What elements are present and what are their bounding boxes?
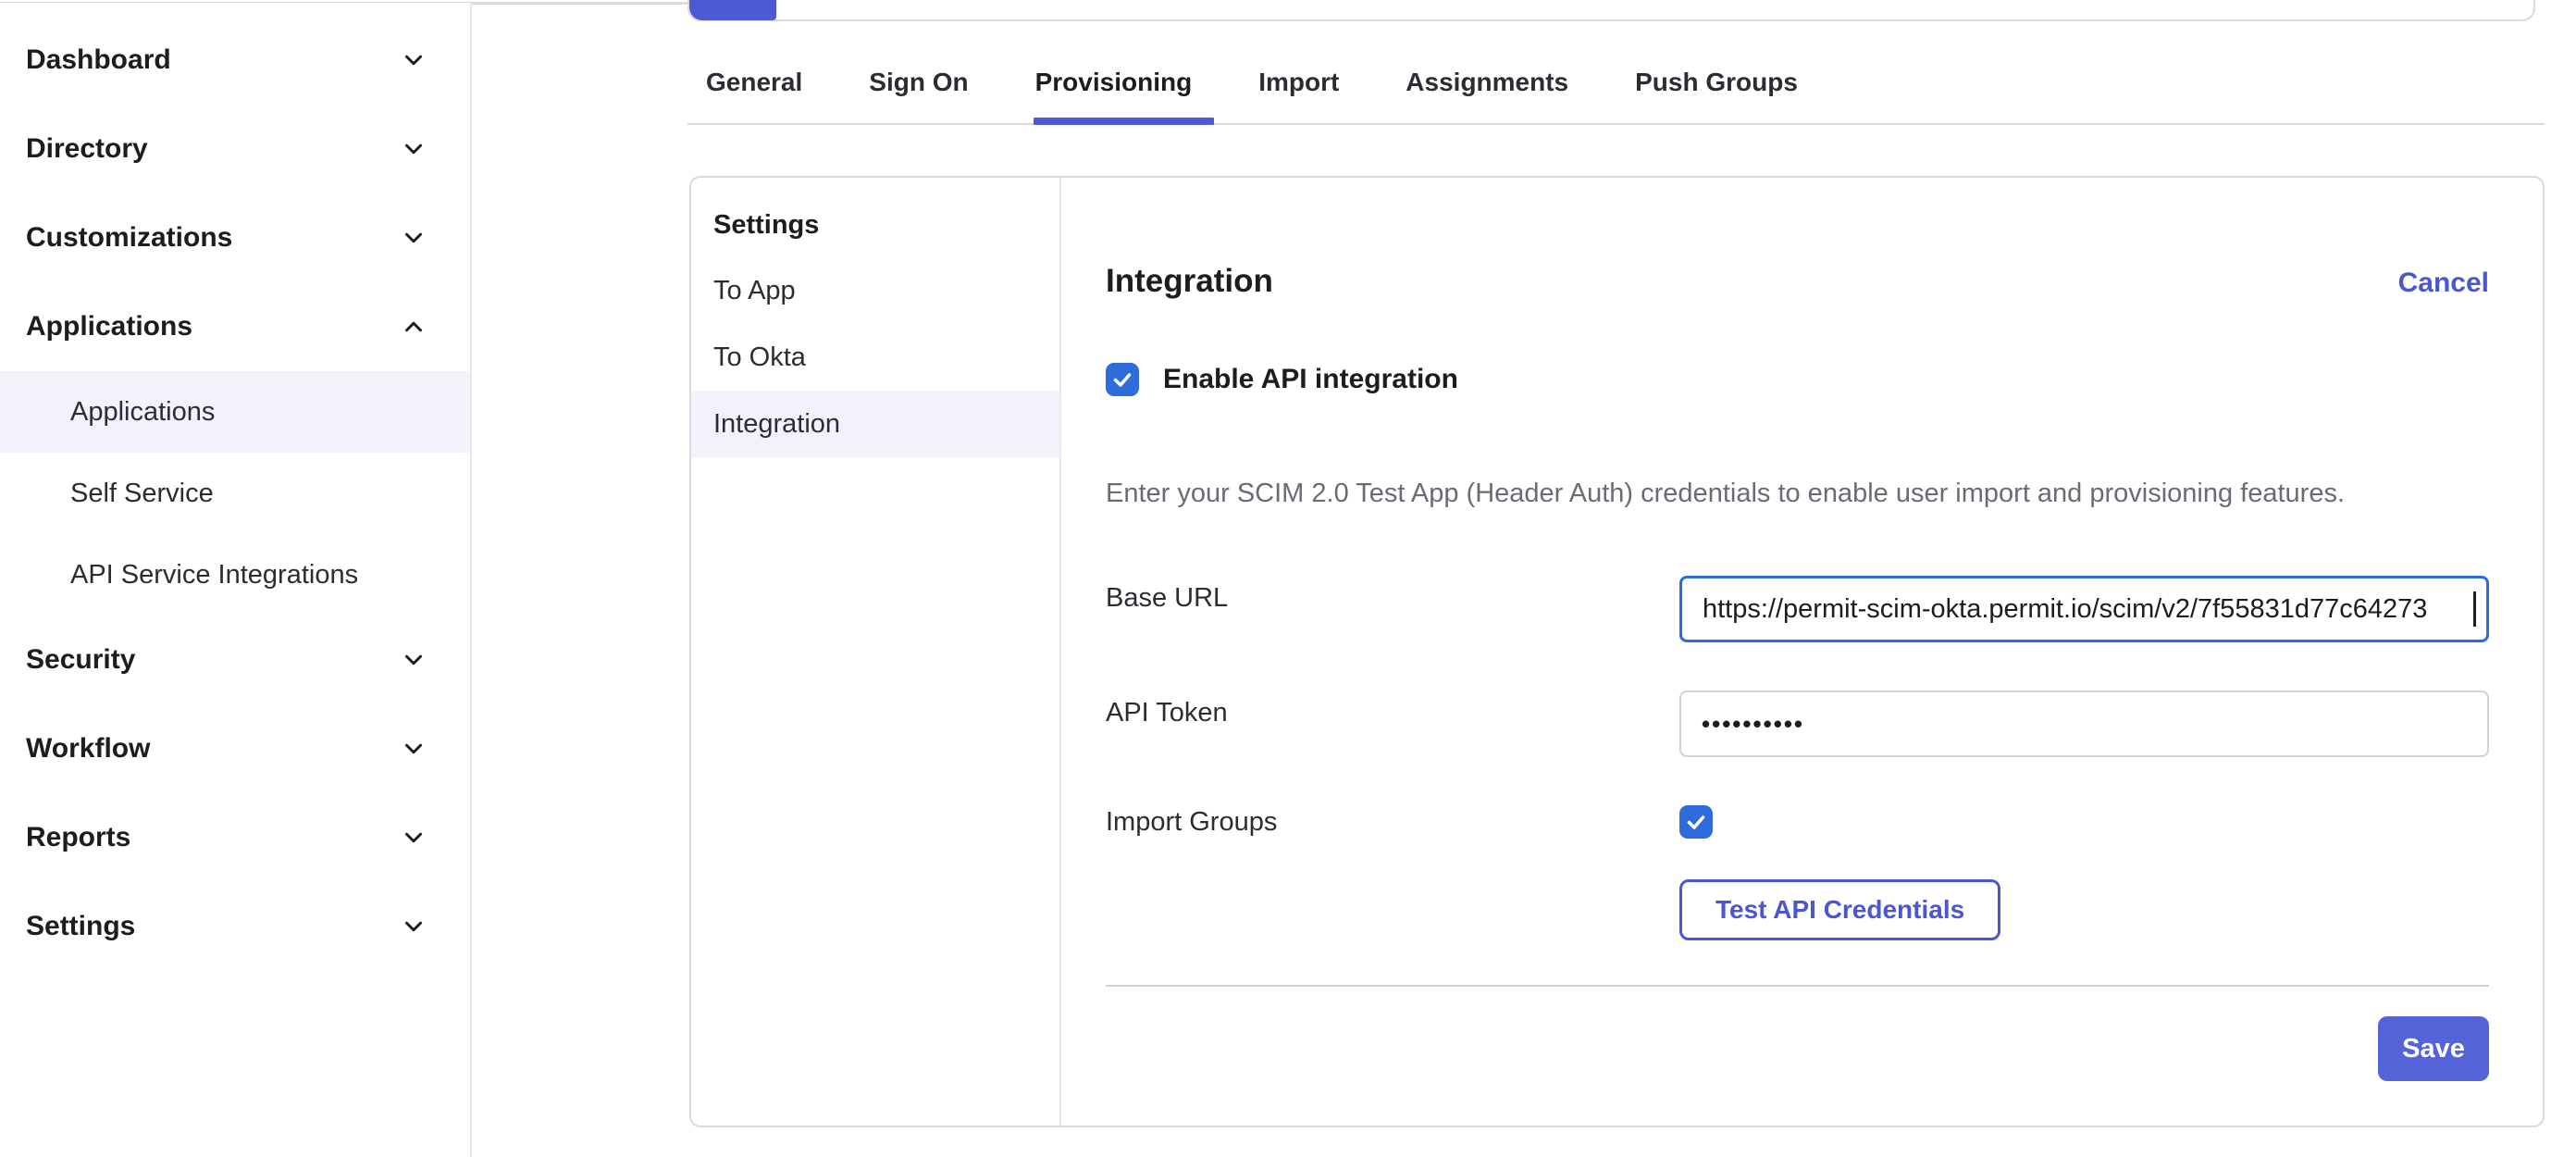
sidebar-item-label: Directory — [26, 133, 148, 165]
provisioning-card: Settings To App To Okta Integration Inte… — [689, 176, 2545, 1127]
sidebar-subitem-label: API Service Integrations — [70, 560, 358, 591]
check-icon — [1685, 811, 1707, 833]
settings-nav-header: Settings — [691, 193, 1059, 257]
chevron-down-icon — [400, 646, 427, 674]
base-url-row: Base URL — [1106, 576, 2489, 642]
sidebar-item-label: Settings — [26, 911, 135, 942]
base-url-field-wrapper — [1679, 576, 2489, 642]
save-button[interactable]: Save — [2378, 1016, 2489, 1081]
save-row: Save — [1106, 1016, 2489, 1081]
sidebar-item-customizations[interactable]: Customizations — [0, 193, 470, 282]
sidebar-item-label: Workflow — [26, 733, 150, 765]
chevron-down-icon — [400, 224, 427, 252]
credentials-description: Enter your SCIM 2.0 Test App (Header Aut… — [1106, 478, 2489, 509]
sidebar-item-label: Customizations — [26, 222, 232, 254]
sidebar-item-applications[interactable]: Applications — [0, 282, 470, 371]
sidebar-subitem-api-service-integrations[interactable]: API Service Integrations — [0, 534, 470, 616]
text-cursor — [2473, 591, 2476, 627]
sidebar-subitem-label: Self Service — [70, 479, 214, 509]
sidebar-item-workflow[interactable]: Workflow — [0, 704, 470, 793]
tab-import[interactable]: Import — [1258, 68, 1339, 123]
credentials-form: Base URL API Token Import Groups — [1106, 576, 2489, 940]
sidebar-item-label: Dashboard — [26, 44, 171, 76]
sidebar-subitem-self-service[interactable]: Self Service — [0, 453, 470, 534]
sidebar-item-label: Applications — [26, 311, 192, 342]
tab-sign-on[interactable]: Sign On — [869, 68, 968, 123]
chevron-down-icon — [400, 735, 427, 763]
chevron-down-icon — [400, 135, 427, 163]
provisioning-settings-nav: Settings To App To Okta Integration — [691, 178, 1061, 1126]
import-groups-row: Import Groups — [1106, 805, 2489, 839]
cancel-link[interactable]: Cancel — [2398, 267, 2489, 299]
sidebar-item-label: Security — [26, 644, 135, 676]
test-credentials-row: Test API Credentials — [1106, 879, 2489, 940]
check-icon — [1111, 368, 1133, 391]
api-token-field-wrapper — [1679, 690, 2489, 757]
integration-header: Integration Cancel — [1106, 263, 2489, 300]
sidebar-item-security[interactable]: Security — [0, 616, 470, 704]
chevron-up-icon — [400, 313, 427, 341]
sidebar-item-directory[interactable]: Directory — [0, 105, 470, 193]
enable-api-integration-row: Enable API integration — [1106, 363, 2489, 396]
tab-push-groups[interactable]: Push Groups — [1635, 68, 1798, 123]
okta-admin-page: Dashboard Directory Customizations Appli… — [0, 0, 2576, 1157]
enable-api-integration-label: Enable API integration — [1163, 364, 1458, 395]
chevron-down-icon — [400, 46, 427, 74]
api-token-label: API Token — [1106, 690, 1679, 728]
page-title: Integration — [1106, 263, 1273, 300]
sidebar-subitem-applications[interactable]: Applications — [0, 371, 470, 453]
app-tab-bar: General Sign On Provisioning Import Assi… — [687, 0, 2545, 125]
base-url-label: Base URL — [1106, 576, 1679, 614]
test-api-credentials-button[interactable]: Test API Credentials — [1679, 879, 2000, 940]
sidebar-item-label: Reports — [26, 822, 130, 853]
chevron-down-icon — [400, 824, 427, 852]
sidebar-subitem-label: Applications — [70, 397, 215, 428]
enable-api-integration-checkbox[interactable] — [1106, 363, 1139, 396]
base-url-input[interactable] — [1679, 576, 2489, 642]
import-groups-checkbox[interactable] — [1679, 805, 1713, 839]
settings-nav-to-okta[interactable]: To Okta — [691, 324, 1059, 391]
api-token-input[interactable] — [1679, 690, 2489, 757]
sidebar-item-reports[interactable]: Reports — [0, 793, 470, 882]
sidebar-item-dashboard[interactable]: Dashboard — [0, 16, 470, 105]
sidebar-item-settings[interactable]: Settings — [0, 882, 470, 971]
tab-general[interactable]: General — [706, 68, 802, 123]
settings-nav-integration[interactable]: Integration — [691, 391, 1059, 457]
integration-panel: Integration Cancel Enable API integratio… — [1061, 178, 2543, 1126]
settings-nav-to-app[interactable]: To App — [691, 257, 1059, 324]
api-token-row: API Token — [1106, 690, 2489, 757]
sidebar: Dashboard Directory Customizations Appli… — [0, 3, 472, 1157]
chevron-down-icon — [400, 913, 427, 940]
import-groups-label: Import Groups — [1106, 805, 1679, 838]
tab-provisioning[interactable]: Provisioning — [1035, 68, 1193, 123]
footer-divider — [1106, 985, 2489, 987]
tab-assignments[interactable]: Assignments — [1406, 68, 1568, 123]
